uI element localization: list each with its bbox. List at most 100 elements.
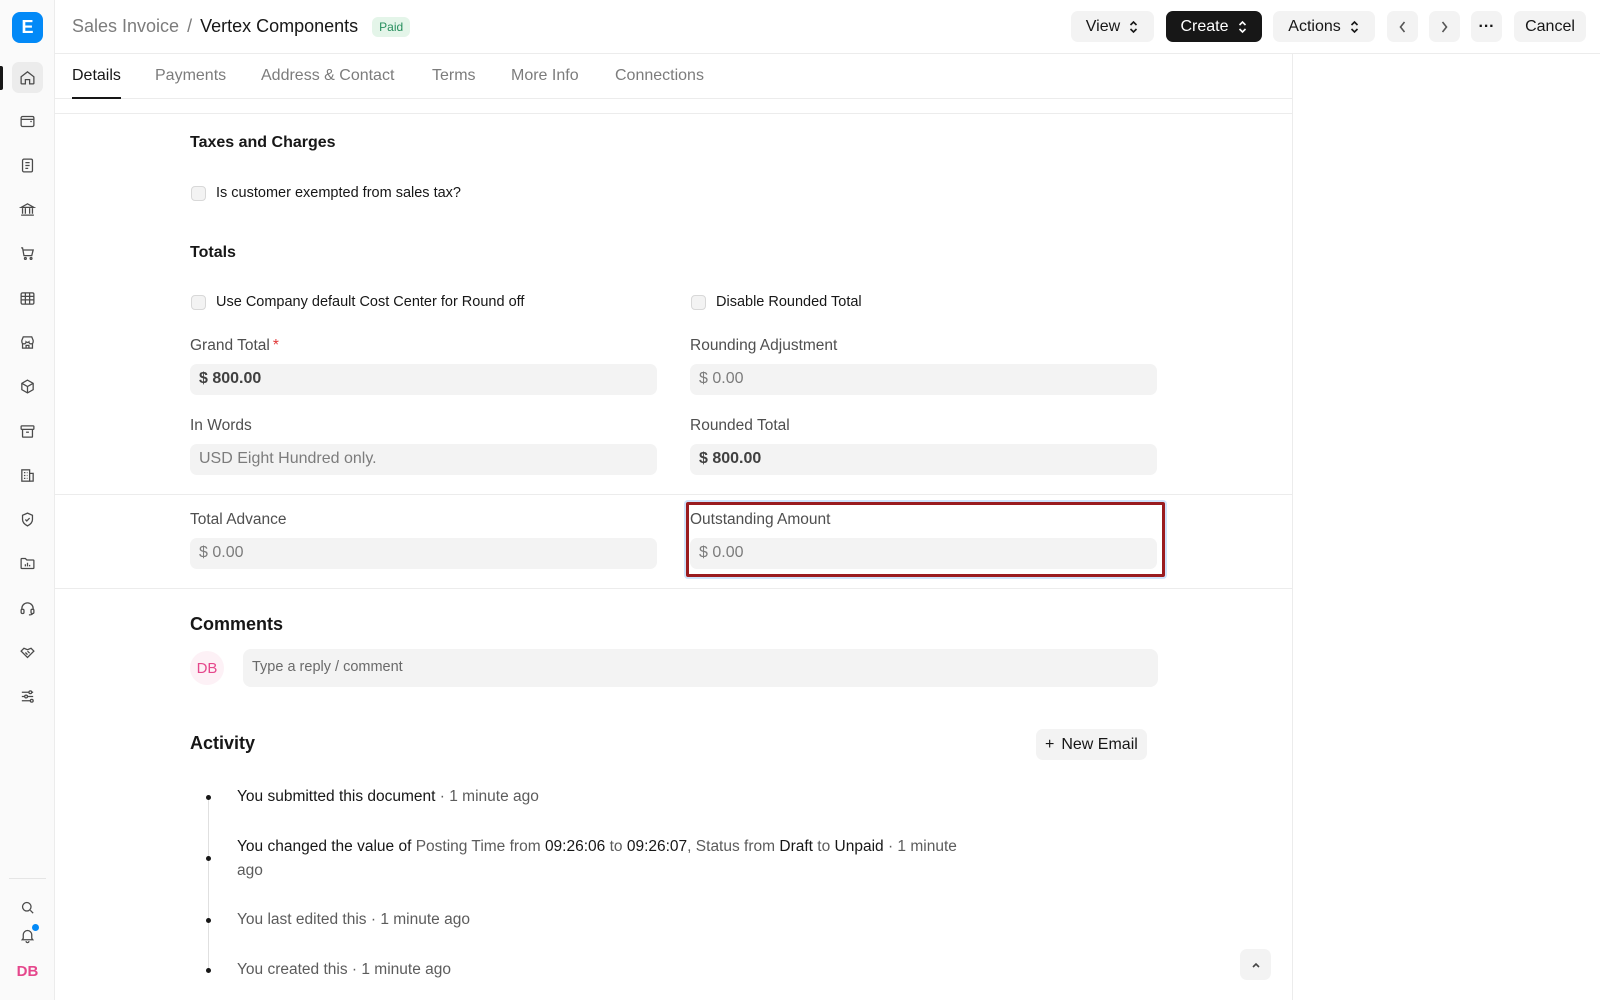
actions-button-label: Actions <box>1288 17 1341 35</box>
activity-text: to <box>605 838 627 855</box>
previous-doc-button[interactable] <box>1387 11 1418 42</box>
new-email-button[interactable]: + New Email <box>1036 729 1147 760</box>
exempt-sales-tax-checkbox[interactable]: Is customer exempted from sales tax? <box>191 185 461 201</box>
in-words-field[interactable]: USD Eight Hundred only. <box>190 444 657 475</box>
bank-icon[interactable] <box>12 194 43 225</box>
activity-timeline <box>208 800 209 970</box>
tab-connections[interactable]: Connections <box>615 67 704 99</box>
section-divider <box>55 113 1292 114</box>
changed-field: Posting Time <box>415 838 506 855</box>
create-button[interactable]: Create <box>1166 11 1262 42</box>
folder-icon[interactable] <box>12 548 43 579</box>
exempt-sales-tax-label: Is customer exempted from sales tax? <box>216 185 461 201</box>
disable-rounded-total-checkbox[interactable]: Disable Rounded Total <box>691 294 862 310</box>
timeline-dot <box>206 918 211 923</box>
activity-text: You changed the value of <box>237 838 416 855</box>
handshake-icon[interactable] <box>12 637 43 668</box>
ellipsis-icon: ··· <box>1478 17 1495 35</box>
tab-details[interactable]: Details <box>72 67 121 99</box>
tab-more-info[interactable]: More Info <box>511 67 579 99</box>
rounded-total-label: Rounded Total <box>690 417 790 434</box>
view-button[interactable]: View <box>1071 11 1154 42</box>
page-header: Sales Invoice / Vertex Components Paid V… <box>55 0 1600 54</box>
activity-time: · 1 minute ago <box>435 788 539 805</box>
comment-input[interactable]: Type a reply / comment <box>243 649 1158 687</box>
activity-text: from <box>505 838 545 855</box>
checkbox-box[interactable] <box>191 294 206 310</box>
activity-text: from <box>739 838 780 855</box>
view-button-label: View <box>1085 17 1121 35</box>
activity-time: · 1 minute ago <box>366 911 470 928</box>
wallet-icon[interactable] <box>12 106 43 137</box>
chevron-up-icon <box>1251 962 1260 968</box>
grand-total-label: Grand Total * <box>190 337 279 355</box>
sliders-icon[interactable] <box>12 681 43 712</box>
chevron-left-icon <box>1399 21 1406 32</box>
actions-button[interactable]: Actions <box>1273 11 1375 42</box>
receipt-icon[interactable] <box>12 150 43 181</box>
chevron-updown-icon <box>1350 20 1358 33</box>
search-icon[interactable] <box>12 892 43 923</box>
table-icon[interactable] <box>12 283 43 314</box>
comments-section-title: Comments <box>190 614 284 634</box>
bell-icon[interactable] <box>12 920 43 951</box>
breadcrumb-separator: / <box>187 16 193 36</box>
form-tabs: Details Payments Address & Contact Terms… <box>55 54 1292 99</box>
breadcrumb-doctype[interactable]: Sales Invoice <box>72 16 179 37</box>
archive-icon[interactable] <box>12 416 43 447</box>
more-options-button[interactable]: ··· <box>1471 11 1502 42</box>
building-icon[interactable] <box>12 460 43 491</box>
package-icon[interactable] <box>12 371 43 402</box>
breadcrumb: Sales Invoice / Vertex Components Paid <box>72 16 411 37</box>
disable-rounded-total-label: Disable Rounded Total <box>716 294 862 310</box>
cart-icon[interactable] <box>12 238 43 269</box>
grand-total-field[interactable]: $ 800.00 <box>190 364 657 395</box>
chevron-right-icon <box>1441 21 1448 32</box>
round-off-cost-center-label: Use Company default Cost Center for Roun… <box>216 294 525 310</box>
comment-avatar: DB <box>190 651 224 685</box>
scroll-to-top-button[interactable] <box>1240 949 1271 980</box>
new-value: 09:26:07 <box>626 838 688 855</box>
shield-icon[interactable] <box>12 504 43 535</box>
store-icon[interactable] <box>12 327 43 358</box>
user-avatar[interactable]: DB <box>12 956 43 987</box>
status-badge: Paid <box>372 16 411 37</box>
activity-time: · 1 minute ago <box>347 961 451 978</box>
active-nav-indicator <box>0 66 3 90</box>
total-advance-field[interactable]: $ 0.00 <box>190 538 657 569</box>
old-value: 09:26:06 <box>544 838 606 855</box>
timeline-dot <box>206 968 211 973</box>
activity-item: You submitted this document · 1 minute a… <box>237 785 977 809</box>
timeline-dot <box>206 856 211 861</box>
new-email-label: New Email <box>1061 735 1138 753</box>
rounding-adjustment-field[interactable]: $ 0.00 <box>690 364 1157 395</box>
required-asterisk: * <box>272 337 279 354</box>
in-words-label: In Words <box>190 417 252 434</box>
activity-text: You created this <box>237 961 348 978</box>
total-advance-label: Total Advance <box>190 511 287 528</box>
headset-icon[interactable] <box>12 593 43 624</box>
checkbox-box[interactable] <box>691 294 706 310</box>
cancel-button[interactable]: Cancel <box>1514 11 1586 42</box>
home-icon[interactable] <box>12 62 43 93</box>
timeline-dot <box>206 795 211 800</box>
taxes-section-title: Taxes and Charges <box>190 134 336 151</box>
new-value: Unpaid <box>834 838 884 855</box>
grand-total-label-text: Grand Total <box>190 337 270 354</box>
app-logo[interactable]: E <box>12 12 43 43</box>
right-panel-divider <box>1292 54 1293 1000</box>
notification-dot <box>32 924 39 931</box>
checkbox-box[interactable] <box>191 185 206 201</box>
round-off-cost-center-checkbox[interactable]: Use Company default Cost Center for Roun… <box>191 294 524 310</box>
activity-text: , <box>687 838 696 855</box>
next-doc-button[interactable] <box>1429 11 1460 42</box>
sidebar: E DB <box>0 0 55 1000</box>
tab-address-contact[interactable]: Address & Contact <box>261 67 394 99</box>
tab-payments[interactable]: Payments <box>155 67 226 99</box>
section-divider <box>55 588 1292 589</box>
rounded-total-field[interactable]: $ 800.00 <box>690 444 1157 475</box>
tab-terms[interactable]: Terms <box>432 67 476 99</box>
activity-section-title: Activity <box>190 733 256 753</box>
activity-item: You changed the value of Posting Time fr… <box>237 835 977 883</box>
rounding-adjustment-label: Rounding Adjustment <box>690 337 838 354</box>
